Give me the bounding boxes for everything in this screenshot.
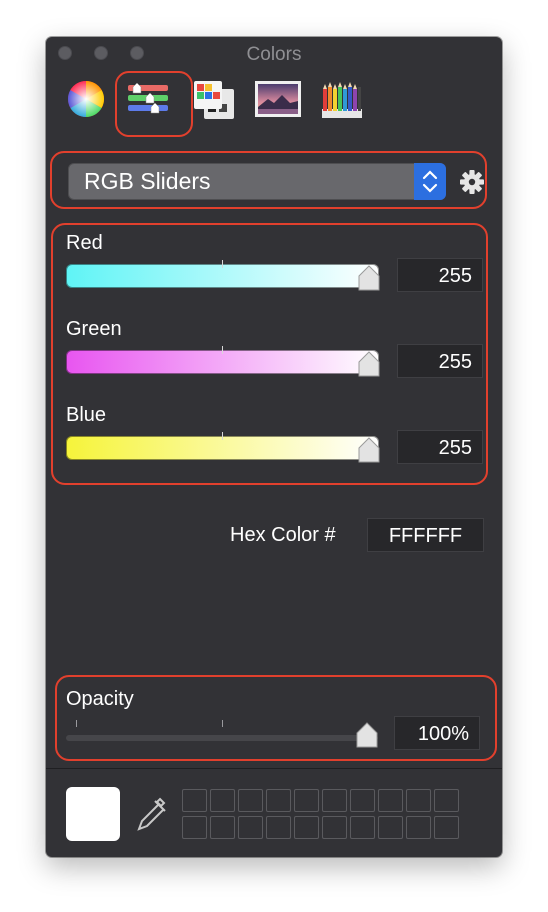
eyedropper-icon[interactable] bbox=[134, 795, 168, 835]
swatch-well[interactable] bbox=[210, 789, 235, 812]
current-color-well[interactable] bbox=[66, 787, 120, 841]
swatch-well[interactable] bbox=[322, 816, 347, 839]
swatch-well[interactable] bbox=[350, 816, 375, 839]
swatch-well[interactable] bbox=[378, 789, 403, 812]
swatch-well[interactable] bbox=[434, 789, 459, 812]
swatch-well[interactable] bbox=[238, 816, 263, 839]
swatch-well[interactable] bbox=[406, 816, 431, 839]
swatch-well[interactable] bbox=[238, 789, 263, 812]
palette-icon bbox=[194, 81, 234, 119]
annotation-sliders-tab bbox=[115, 71, 193, 137]
swatch-well[interactable] bbox=[182, 816, 207, 839]
pencils-tab[interactable] bbox=[322, 79, 362, 119]
swatch-well[interactable] bbox=[406, 789, 431, 812]
hex-label: Hex Color # bbox=[230, 524, 336, 546]
annotation-opacity bbox=[55, 675, 497, 761]
swatch-well[interactable] bbox=[266, 789, 291, 812]
swatch-well[interactable] bbox=[210, 816, 235, 839]
color-palettes-tab[interactable] bbox=[194, 79, 234, 119]
swatch-well[interactable] bbox=[350, 789, 375, 812]
title-bar: Colors bbox=[46, 37, 502, 71]
image-icon bbox=[255, 81, 301, 117]
hex-field[interactable]: FFFFFF bbox=[367, 518, 484, 552]
bottom-divider bbox=[46, 768, 502, 769]
pencils-icon bbox=[322, 82, 362, 118]
image-palettes-tab[interactable] bbox=[254, 79, 302, 119]
swatch-well[interactable] bbox=[294, 789, 319, 812]
swatch-well[interactable] bbox=[322, 789, 347, 812]
swatch-well[interactable] bbox=[378, 816, 403, 839]
color-wheel-icon bbox=[67, 81, 105, 118]
colors-window: Colors RGB Sliders Red 255 Green 255 Blu… bbox=[46, 37, 502, 857]
window-title: Colors bbox=[246, 44, 302, 65]
annotation-mode-row bbox=[50, 151, 487, 209]
swatch-well[interactable] bbox=[434, 816, 459, 839]
swatch-well[interactable] bbox=[182, 789, 207, 812]
color-wheel-tab[interactable] bbox=[66, 79, 106, 119]
annotation-sliders bbox=[51, 223, 488, 485]
swatch-well[interactable] bbox=[266, 816, 291, 839]
swatch-well[interactable] bbox=[294, 816, 319, 839]
